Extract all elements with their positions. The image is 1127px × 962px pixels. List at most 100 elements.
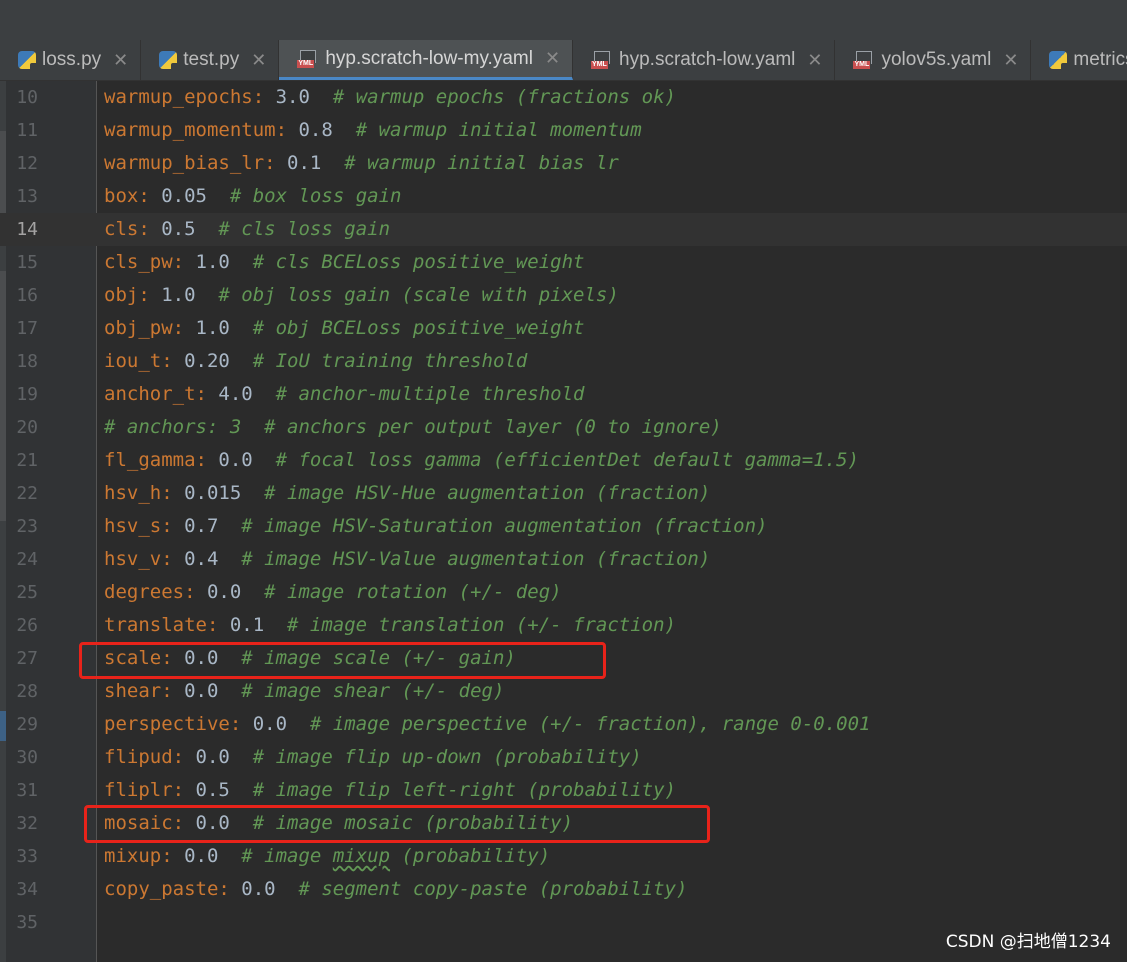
yaml-comment: # image perspective (+/- fraction), rang… — [287, 713, 871, 735]
editor-tab[interactable]: test.py ✕ — [141, 40, 280, 80]
line-text: fliplr: 0.5 # image flip left-right (pro… — [104, 774, 676, 807]
close-icon[interactable]: ✕ — [545, 48, 560, 69]
code-line[interactable]: 33 mixup: 0.0 # image mixup (probability) — [0, 840, 1127, 873]
code-line[interactable]: 11 warmup_momentum: 0.8 # warmup initial … — [0, 114, 1127, 147]
line-number: 20 — [16, 417, 38, 438]
line-text: hsv_h: 0.015 # image HSV-Hue augmentatio… — [104, 477, 710, 510]
code-line[interactable]: 21 fl_gamma: 0.0 # focal loss gamma (effi… — [0, 444, 1127, 477]
line-number: 31 — [16, 780, 38, 801]
close-icon[interactable]: ✕ — [1003, 50, 1018, 71]
code-line[interactable]: 15 cls_pw: 1.0 # cls BCELoss positive_wei… — [0, 246, 1127, 279]
editor-tab[interactable]: YML hyp.scratch-low.yaml ✕ — [573, 40, 836, 80]
code-line[interactable]: 18 iou_t: 0.20 # IoU training threshold — [0, 345, 1127, 378]
code-line[interactable]: 16 obj: 1.0 # obj loss gain (scale with p… — [0, 279, 1127, 312]
yaml-file-icon: YML — [297, 49, 319, 68]
tab-label: metrics.p — [1073, 49, 1127, 70]
code-line[interactable]: 28 shear: 0.0 # image shear (+/- deg) — [0, 675, 1127, 708]
line-text: cls_pw: 1.0 # cls BCELoss positive_weigh… — [104, 246, 584, 279]
yaml-value: 0.0 — [229, 878, 276, 900]
code-line[interactable]: 14 cls: 0.5 # cls loss gain — [0, 213, 1127, 246]
yaml-comment: # image HSV-Hue augmentation (fraction) — [241, 482, 711, 504]
yaml-value: 4.0 — [206, 383, 253, 405]
yaml-comment: # cls loss gain — [195, 218, 391, 240]
yaml-comment: # image shear (+/- deg) — [218, 680, 505, 702]
line-text: warmup_bias_lr: 0.1 # warmup initial bia… — [104, 147, 619, 180]
yaml-value: 0.0 — [172, 680, 219, 702]
key-colon: : — [138, 185, 150, 207]
line-text: warmup_epochs: 3.0 # warmup epochs (frac… — [104, 81, 676, 114]
code-line[interactable]: 13 box: 0.05 # box loss gain — [0, 180, 1127, 213]
key-colon: : — [229, 713, 242, 735]
line-text: obj_pw: 1.0 # obj BCELoss positive_weigh… — [104, 312, 584, 345]
line-number: 28 — [16, 681, 38, 702]
annotation-box-mosaic — [84, 805, 710, 843]
line-number: 27 — [16, 648, 38, 669]
code-line[interactable]: 29 perspective: 0.0 # image perspective (… — [0, 708, 1127, 741]
line-text: obj: 1.0 # obj loss gain (scale with pix… — [104, 279, 619, 312]
code-line[interactable]: 19 anchor_t: 4.0 # anchor-multiple thresh… — [0, 378, 1127, 411]
yaml-value: 0.7 — [172, 515, 219, 537]
yaml-key: fliplr — [104, 779, 173, 801]
code-line[interactable]: 25 degrees: 0.0 # image rotation (+/- deg… — [0, 576, 1127, 609]
yaml-key: hsv_s — [104, 515, 162, 537]
code-line[interactable]: 26 translate: 0.1 # image translation (+/… — [0, 609, 1127, 642]
yaml-comment: # anchors: 3 # anchors per output layer … — [104, 416, 722, 438]
line-number: 16 — [16, 285, 38, 306]
close-icon[interactable]: ✕ — [251, 50, 266, 71]
yaml-key: cls — [104, 218, 139, 240]
code-line[interactable]: 31 fliplr: 0.5 # image flip left-right (p… — [0, 774, 1127, 807]
key-colon: : — [264, 152, 276, 174]
code-line[interactable]: 10 warmup_epochs: 3.0 # warmup epochs (fr… — [0, 81, 1127, 114]
yaml-key: perspective — [104, 713, 230, 735]
editor-tab[interactable]: YML hyp.scratch-low-my.yaml ✕ — [279, 40, 574, 80]
line-text: # anchors: 3 # anchors per output layer … — [104, 411, 722, 444]
line-text: translate: 0.1 # image translation (+/- … — [104, 609, 676, 642]
line-number: 33 — [16, 846, 38, 867]
yaml-file-icon: YML — [853, 51, 875, 69]
code-line[interactable]: 22 hsv_h: 0.015 # image HSV-Hue augmentat… — [0, 477, 1127, 510]
code-line[interactable]: 34 copy_paste: 0.0 # segment copy-paste (… — [0, 873, 1127, 906]
yaml-key: cls_pw — [104, 251, 173, 273]
line-text: perspective: 0.0 # image perspective (+/… — [104, 708, 870, 741]
yaml-key: warmup_bias_lr — [104, 152, 265, 174]
code-line[interactable]: 12 warmup_bias_lr: 0.1 # warmup initial b… — [0, 147, 1127, 180]
code-line[interactable]: 23 hsv_s: 0.7 # image HSV-Saturation augm… — [0, 510, 1127, 543]
editor-tab[interactable]: metrics.p — [1031, 40, 1127, 80]
code-line[interactable]: 17 obj_pw: 1.0 # obj BCELoss positive_wei… — [0, 312, 1127, 345]
yaml-key: anchor_t — [104, 383, 196, 405]
annotation-box-scale — [79, 642, 606, 679]
yaml-comment: # image flip up-down (probability) — [229, 746, 642, 768]
editor-tab[interactable]: loss.py ✕ — [0, 40, 142, 80]
code-line[interactable]: 24 hsv_v: 0.4 # image HSV-Value augmentat… — [0, 543, 1127, 576]
line-number: 25 — [16, 582, 38, 603]
key-colon: : — [184, 581, 196, 603]
yaml-comment: # anchor-multiple threshold — [252, 383, 585, 405]
line-text: mixup: 0.0 # image mixup (probability) — [104, 840, 550, 873]
line-text: anchor_t: 4.0 # anchor-multiple threshol… — [104, 378, 584, 411]
code-line[interactable]: 20 # anchors: 3 # anchors per output laye… — [0, 411, 1127, 444]
yaml-value: 0.1 — [275, 152, 322, 174]
line-text: cls: 0.5 # cls loss gain — [104, 213, 390, 246]
yaml-value: 0.0 — [172, 845, 219, 867]
yaml-comment: # image HSV-Value augmentation (fraction… — [218, 548, 711, 570]
yaml-value: 1.0 — [184, 251, 230, 273]
close-icon[interactable]: ✕ — [113, 50, 128, 71]
close-icon[interactable]: ✕ — [807, 50, 822, 71]
yaml-comment: # image translation (+/- fraction) — [264, 614, 676, 636]
line-text: fl_gamma: 0.0 # focal loss gamma (effici… — [104, 444, 859, 477]
key-colon: : — [161, 680, 173, 702]
key-colon: : — [172, 779, 185, 801]
yaml-value: 0.8 — [287, 119, 333, 141]
python-file-icon — [159, 51, 180, 71]
key-colon: : — [138, 284, 150, 306]
code-line[interactable]: 30 flipud: 0.0 # image flip up-down (prob… — [0, 741, 1127, 774]
line-number: 21 — [16, 450, 38, 471]
editor-tab[interactable]: YML yolov5s.yaml ✕ — [835, 40, 1032, 80]
yaml-key: obj_pw — [104, 317, 173, 339]
line-number: 29 — [16, 714, 38, 735]
line-number: 32 — [16, 813, 38, 834]
yaml-key: flipud — [104, 746, 173, 768]
yaml-key: shear — [104, 680, 162, 702]
line-number: 15 — [16, 252, 38, 273]
line-number: 14 — [16, 219, 38, 240]
